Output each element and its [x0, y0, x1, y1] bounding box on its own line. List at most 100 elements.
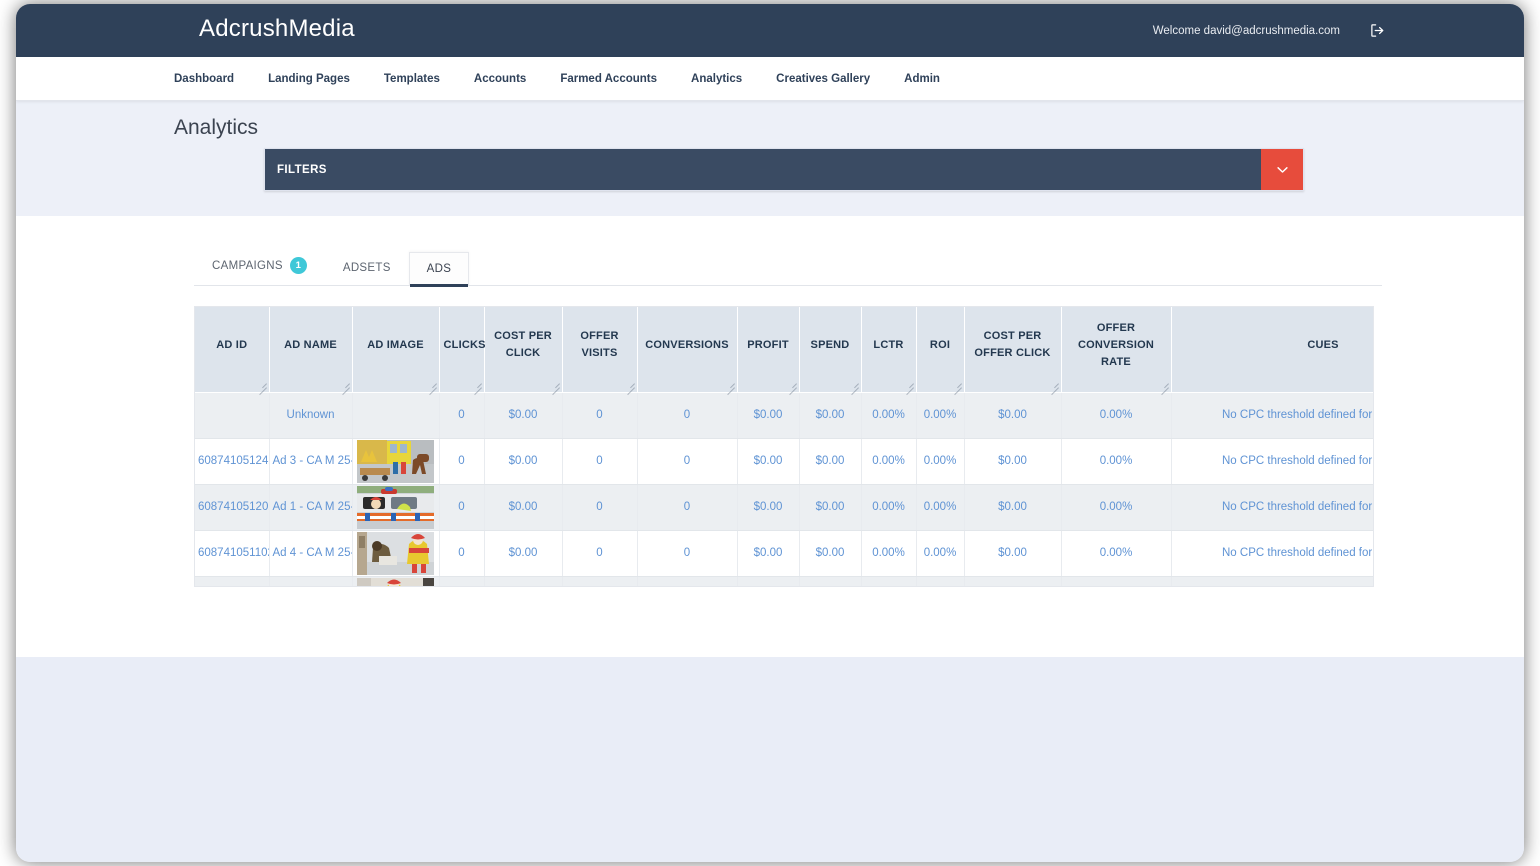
page-header-strip: Analytics FILTERS [16, 101, 1524, 216]
col-header-ad-image-label: AD IMAGE [367, 338, 424, 351]
column-resize-handle[interactable] [1158, 379, 1169, 390]
nav-item-farmed-accounts[interactable]: Farmed Accounts [543, 73, 674, 85]
filters-header[interactable]: FILTERS [265, 149, 1261, 190]
cell-clicks: 0 [439, 438, 485, 485]
table-row[interactable]: 6087410511020 Ad 4 - CA M 25-45 [195, 530, 1373, 577]
summary-profit: $0.00 [737, 392, 800, 439]
tab-ads-label: ADS [426, 263, 452, 275]
cell-ad-name[interactable]: Ad 1 - CA M 25-45 [269, 484, 353, 531]
cell-ad-id: 6087410509220 [195, 576, 270, 586]
col-header-ad-name-label: AD NAME [284, 338, 337, 351]
cell-ad-name[interactable]: Ad 4 - CA M 25-45 [269, 530, 353, 577]
col-header-offer-conversion-rate-label: OFFER CONVERSION RATE [1078, 321, 1154, 368]
cell-profit: $0.00 [737, 530, 800, 577]
col-header-profit[interactable]: PROFIT [737, 307, 800, 393]
col-header-cost-per-offer-click[interactable]: COST PER OFFER CLICK [964, 307, 1062, 393]
summary-cues: No CPC threshold defined for CA - BTC [1171, 392, 1373, 439]
column-resize-handle[interactable] [426, 379, 437, 390]
cell-spend: $0.00 [799, 530, 862, 577]
filters-toggle-button[interactable] [1261, 149, 1303, 190]
col-header-spend[interactable]: SPEND [799, 307, 862, 393]
cell-ad-image[interactable] [352, 576, 440, 586]
page-footer-area [16, 657, 1524, 862]
nav-item-analytics[interactable]: Analytics [674, 73, 759, 85]
col-header-ad-name[interactable]: AD NAME [269, 307, 353, 393]
cell-spend: $0.00 [799, 438, 862, 485]
cell-ad-id: 6087410511020 [195, 530, 270, 577]
top-brand-bar: AdcrushMedia Welcome david@adcrushmedia.… [16, 4, 1524, 57]
col-header-roi-label: ROI [929, 338, 951, 351]
cell-ad-image[interactable] [352, 530, 440, 577]
ad-thumbnail-3[interactable] [357, 439, 434, 483]
column-resize-handle[interactable] [624, 379, 635, 390]
cell-conversions: 0 [637, 530, 738, 577]
tab-campaigns-label: CAMPAIGNS [212, 259, 283, 272]
column-resize-handle[interactable] [1048, 379, 1059, 390]
entity-tab-bar: CAMPAIGNS 1 ADSETS ADS [194, 244, 1382, 287]
table-row[interactable]: 6087410512020 Ad 1 - CA M 25-45 [195, 484, 1373, 531]
col-header-cues[interactable]: CUES [1171, 307, 1373, 393]
column-resize-handle[interactable] [549, 379, 560, 390]
column-resize-handle[interactable] [786, 379, 797, 390]
column-resize-handle[interactable] [256, 379, 267, 390]
col-header-ad-id[interactable]: AD ID [195, 307, 270, 393]
nav-item-creatives-gallery[interactable]: Creatives Gallery [759, 73, 887, 85]
cell-cost-per-click: $0.00 [484, 438, 563, 485]
col-header-roi[interactable]: ROI [916, 307, 965, 393]
tab-adsets[interactable]: ADSETS [325, 251, 409, 286]
cell-offer-visits: 0 [562, 484, 638, 531]
col-header-offer-conversion-rate[interactable]: OFFER CONVERSION RATE [1061, 307, 1172, 393]
column-resize-handle[interactable] [471, 379, 482, 390]
col-header-clicks[interactable]: CLICKS [439, 307, 485, 393]
summary-ad-image [352, 392, 440, 439]
nav-item-templates[interactable]: Templates [367, 73, 457, 85]
col-header-offer-visits[interactable]: OFFER VISITS [562, 307, 638, 393]
ads-table-container[interactable]: AD ID AD NAME AD IMAGE CLICKS COST PER C… [194, 306, 1374, 587]
col-header-conversions[interactable]: CONVERSIONS [637, 307, 738, 393]
col-header-ad-image[interactable]: AD IMAGE [352, 307, 440, 393]
cell-ad-image[interactable] [352, 438, 440, 485]
cell-ad-name[interactable]: Ad 3 - CA M 25-45 [269, 438, 353, 485]
cell-cost-per-offer-click: $0.00 [964, 438, 1062, 485]
table-row[interactable]: 6087410512420 Ad 3 - CA M 25-45 [195, 438, 1373, 485]
cell-clicks: 0 [439, 576, 485, 586]
ad-thumbnail-1[interactable] [357, 485, 434, 529]
cell-cues: No CPC threshold defined for CA - BTC [1171, 530, 1373, 577]
cell-ad-image[interactable] [352, 484, 440, 531]
col-header-cues-label: CUES [1307, 338, 1339, 351]
welcome-message: Welcome david@adcrushmedia.com [1152, 24, 1340, 37]
cell-cues: No CPC threshold defined for CA - BTC [1171, 484, 1373, 531]
col-header-cost-per-click[interactable]: COST PER CLICK [484, 307, 563, 393]
nav-item-dashboard[interactable]: Dashboard [157, 73, 251, 85]
ads-table-head: AD ID AD NAME AD IMAGE CLICKS COST PER C… [195, 307, 1373, 393]
cell-cues: No CPC threshold defined for CA - BTC [1171, 438, 1373, 485]
tab-ads[interactable]: ADS [408, 252, 470, 287]
column-resize-handle[interactable] [951, 379, 962, 390]
tab-campaigns[interactable]: CAMPAIGNS 1 [194, 246, 325, 286]
column-resize-handle[interactable] [724, 379, 735, 390]
nav-item-admin[interactable]: Admin [887, 73, 957, 85]
col-header-cost-per-offer-click-label: COST PER OFFER CLICK [974, 330, 1051, 360]
nav-item-landing-pages[interactable]: Landing Pages [251, 73, 367, 85]
cell-ad-name[interactable]: Ad 2 - CA M 25-45 [269, 576, 353, 586]
column-resize-handle[interactable] [339, 379, 350, 390]
nav-item-accounts[interactable]: Accounts [457, 73, 543, 85]
cell-offer-conversion-rate: 0.00% [1061, 438, 1172, 485]
logout-icon[interactable] [1370, 23, 1385, 38]
summary-cost-per-click: $0.00 [484, 392, 563, 439]
summary-ad-id [195, 392, 270, 439]
table-row[interactable]: 6087410509220 Ad 2 - CA M 25-45 [195, 576, 1373, 586]
column-resize-handle[interactable] [903, 379, 914, 390]
cell-roi: 0.00% [916, 484, 965, 531]
cell-roi: 0.00% [916, 576, 965, 586]
user-area: Welcome david@adcrushmedia.com [1153, 23, 1385, 38]
column-resize-handle[interactable] [848, 379, 859, 390]
summary-ad-name[interactable]: Unknown [269, 392, 353, 439]
ad-thumbnail-4[interactable] [357, 531, 434, 575]
cell-offer-conversion-rate: 0.00% [1061, 530, 1172, 577]
app-logo[interactable]: AdcrushMedia [199, 15, 355, 43]
summary-clicks: 0 [439, 392, 485, 439]
col-header-lctr[interactable]: LCTR [861, 307, 917, 393]
ad-thumbnail-2[interactable] [357, 577, 434, 586]
app-window: AdcrushMedia Welcome david@adcrushmedia.… [16, 4, 1524, 862]
